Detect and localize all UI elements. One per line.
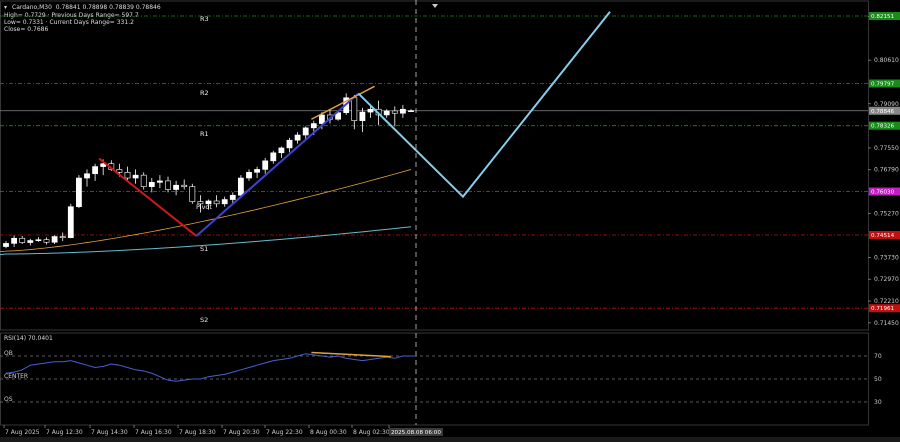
downtrend-line (98, 157, 197, 237)
candle-body (173, 184, 179, 190)
candle-body (59, 236, 66, 238)
price-axis-label: 0.72210 (874, 298, 899, 305)
candle-body (148, 182, 155, 187)
candle-body (221, 199, 228, 205)
candle-body (43, 239, 50, 243)
price-axis-label: 0.75270 (874, 210, 899, 217)
current-price-tag-label: 0.78846 (871, 109, 895, 115)
candle-body (27, 240, 34, 243)
rsi-axis-label: 50 (874, 376, 882, 383)
candle-body (238, 177, 244, 196)
time-axis-label: 8 Aug 02:30 (353, 429, 390, 436)
rsi-line (5, 353, 416, 382)
candle-body (351, 97, 358, 121)
candle-body (197, 201, 204, 205)
level-label-r1: R1 (200, 130, 209, 138)
candle-body (408, 110, 414, 112)
candle-body (67, 206, 74, 238)
candle-body (35, 239, 42, 241)
time-axis-label: 7 Aug 18:30 (179, 429, 216, 436)
main-panel-border (0, 0, 869, 331)
price-axis-label: 0.76790 (874, 167, 899, 174)
candle-body (165, 180, 171, 190)
candle-body (124, 172, 131, 179)
pivot-tag-label: 0.76030 (871, 190, 895, 196)
candle-body (270, 152, 277, 162)
candle-body (318, 114, 325, 124)
candle-body (383, 110, 390, 116)
price-axis-label: 0.71450 (874, 320, 899, 327)
time-axis-label: 7 Aug 2025 (5, 429, 40, 436)
bottom-strip (0, 437, 900, 442)
level-label-s1: S1 (200, 245, 208, 253)
candle-body (205, 200, 212, 205)
candle-body (11, 237, 17, 244)
price-axis-label: 0.77550 (874, 145, 899, 152)
candle-body (132, 174, 139, 179)
time-axis-label: 7 Aug 20:30 (223, 429, 260, 436)
price-axis-label: 0.73730 (874, 254, 899, 261)
shift-marker-icon[interactable] (432, 4, 438, 8)
candle-body (367, 108, 374, 113)
time-axis-label: 7 Aug 14:30 (91, 429, 128, 436)
price-axis-label: 0.79090 (874, 101, 899, 108)
candle-body (92, 166, 98, 175)
r3-tag-label: 0.82151 (871, 14, 895, 20)
uptrend-line (195, 92, 360, 237)
r1-tag-label: 0.78326 (871, 124, 895, 130)
time-axis-label: 7 Aug 16:30 (135, 429, 172, 436)
level-label-r3: R3 (200, 15, 209, 23)
time-axis-label: 7 Aug 12:30 (46, 429, 83, 436)
level-label-pivot: Pivot (196, 203, 212, 211)
candle-body (254, 169, 260, 173)
candle-body (262, 160, 269, 170)
candle-body (189, 186, 196, 202)
time-axis-label: 8 Aug 00:30 (310, 429, 347, 436)
candle-body (116, 169, 123, 173)
r2-tag-label: 0.79797 (871, 82, 895, 88)
rsi-axis-label: 70 (874, 353, 882, 360)
candle-body (84, 173, 90, 179)
candle-body (51, 236, 58, 243)
time-axis-label: 7 Aug 22:30 (266, 429, 303, 436)
price-axis-label: 0.72970 (874, 276, 899, 283)
candle-body (391, 110, 398, 114)
s2-tag-label: 0.71961 (871, 306, 895, 312)
candle-body (246, 172, 252, 179)
candle-body (359, 111, 366, 121)
candle-body (310, 123, 317, 129)
candle-body (157, 180, 163, 183)
candle-body (294, 134, 301, 141)
candle-body (399, 108, 406, 114)
price-axis-label: 0.80610 (874, 57, 899, 64)
s1-tag-label: 0.74514 (871, 233, 895, 239)
candle-body (140, 174, 147, 187)
level-label-s2: S2 (200, 316, 208, 324)
cursor-time-label: 2025.08.08 06:00 (391, 430, 441, 436)
rsi-level-text: OS (4, 396, 13, 403)
rsi-level-text: OB (4, 350, 13, 357)
candle-body (76, 177, 82, 208)
level-label-r2: R2 (200, 89, 209, 97)
candle-body (229, 194, 236, 200)
price-chart[interactable]: R3R2R1PivotS1S20.821300.806100.790900.77… (0, 0, 900, 442)
candle-body (213, 200, 220, 205)
candle-body (302, 127, 309, 136)
rsi-indicator-label: RSI(14) 70.0401 (4, 335, 53, 342)
projection-path (357, 11, 611, 199)
rsi-level-text: CENTER (4, 373, 28, 380)
candle-body (3, 243, 9, 247)
candle-body (19, 237, 26, 243)
candle-body (286, 139, 293, 149)
candle-body (181, 184, 188, 187)
rsi-axis-label: 30 (874, 399, 882, 406)
candle-body (278, 147, 285, 154)
